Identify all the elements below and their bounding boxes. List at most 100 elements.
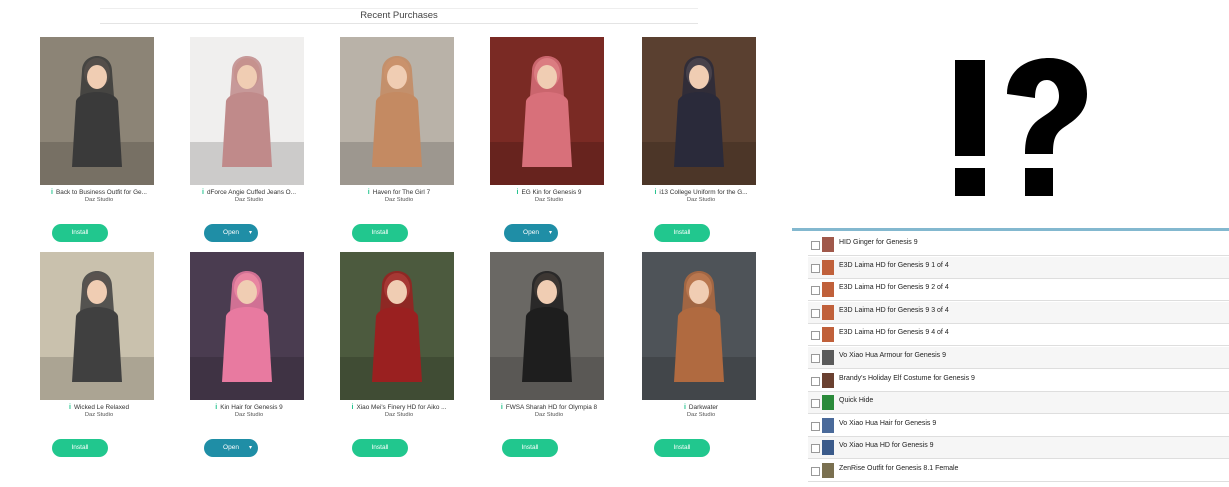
recent-purchases-panel: Recent Purchases i Back to Business Outfi… [0, 0, 780, 484]
row-label: Vo Xiao Hua HD for Genesis 9 [839, 442, 934, 450]
product-thumbnail[interactable] [490, 252, 604, 400]
product-title: dForce Angie Cuffed Jeans O... [206, 189, 296, 196]
product-platform: Daz Studio [534, 412, 564, 418]
product-platform: Daz Studio [234, 412, 264, 418]
install-button[interactable]: Install [654, 439, 710, 457]
info-icon[interactable]: i [517, 189, 519, 196]
content-list-row[interactable]: E3D Laima HD for Genesis 9 4 of 4 [808, 324, 1229, 347]
button-label: Install [71, 229, 89, 236]
product-thumbnail[interactable] [490, 37, 604, 185]
info-icon[interactable]: i [684, 404, 686, 411]
product-title-row: i i13 College Uniform for the G... [626, 189, 776, 196]
open-button[interactable]: Open ▾ [204, 224, 258, 242]
product-thumbnail[interactable] [340, 252, 454, 400]
product-card[interactable]: i Xiao Mei's Finery HD for Aiko ... Daz St… [324, 252, 474, 462]
info-icon[interactable]: i [51, 189, 53, 196]
row-checkbox[interactable] [811, 263, 820, 273]
product-card[interactable]: i Darkwater Daz Studio Install [626, 252, 776, 462]
product-title-row: i Darkwater [626, 404, 776, 411]
product-card[interactable]: i Wicked Le Relaxed Daz Studio Install [24, 252, 174, 462]
product-card[interactable]: i Back to Business Outfit for Ge... Daz St… [24, 37, 174, 247]
product-thumbnail[interactable] [642, 252, 756, 400]
open-button[interactable]: Open ▾ [204, 439, 258, 457]
content-list-row[interactable]: ZenRise Outfit for Genesis 8.1 Female [808, 460, 1229, 482]
content-list-row[interactable]: HID Ginger for Genesis 9 [808, 234, 1229, 256]
product-title-row: i Haven for The Girl 7 [324, 189, 474, 196]
product-title: FWSA Sharah HD for Olympia 8 [505, 404, 598, 411]
info-icon[interactable]: i [501, 404, 503, 411]
product-card[interactable]: i Kin Hair for Genesis 9 Daz Studio Open ▾ [174, 252, 324, 462]
install-button[interactable]: Install [502, 439, 558, 457]
product-platform: Daz Studio [384, 412, 414, 418]
install-button[interactable]: Install [52, 439, 108, 457]
product-card[interactable]: i dForce Angie Cuffed Jeans O... Daz Studi… [174, 37, 324, 247]
product-title: i13 College Uniform for the G... [659, 189, 748, 196]
info-icon[interactable]: i [368, 189, 370, 196]
product-card[interactable]: i Haven for The Girl 7 Daz Studio Install [324, 37, 474, 247]
button-label: Install [71, 444, 89, 451]
row-checkbox[interactable] [811, 421, 820, 431]
row-checkbox[interactable] [811, 467, 820, 476]
product-thumbnail[interactable] [190, 252, 304, 400]
chevron-down-icon[interactable]: ▾ [249, 439, 252, 457]
content-list-row[interactable]: E3D Laima HD for Genesis 9 1 of 4 [808, 256, 1229, 279]
product-title: Haven for The Girl 7 [372, 189, 431, 196]
row-label: Vo Xiao Hua Hair for Genesis 9 [839, 419, 937, 427]
product-card[interactable]: i FWSA Sharah HD for Olympia 8 Daz Studio I… [474, 252, 624, 462]
info-icon[interactable]: i [654, 189, 656, 196]
content-list-row[interactable]: E3D Laima HD for Genesis 9 3 of 4 [808, 301, 1229, 324]
row-checkbox[interactable] [811, 376, 820, 386]
row-thumbnail [822, 304, 834, 320]
product-card[interactable]: i EG Kin for Genesis 9 Daz Studio Open ▾ [474, 37, 624, 247]
row-thumbnail [822, 440, 834, 456]
row-checkbox[interactable] [811, 354, 820, 363]
row-thumbnail [822, 350, 834, 365]
content-list-row[interactable]: E3D Laima HD for Genesis 9 2 of 4 [808, 279, 1229, 302]
info-icon[interactable]: i [352, 404, 354, 411]
content-list-row[interactable]: Brandy's Holiday Elf Costume for Genesis… [808, 369, 1229, 392]
row-checkbox[interactable] [811, 241, 820, 250]
row-checkbox[interactable] [811, 331, 820, 341]
content-list-panel: HID Ginger for Genesis 9 E3D Laima HD for… [792, 228, 1229, 487]
info-icon[interactable]: i [69, 404, 71, 411]
row-label: Brandy's Holiday Elf Costume for Genesis… [839, 374, 975, 382]
row-checkbox[interactable] [811, 308, 820, 318]
install-button[interactable]: Install [352, 439, 408, 457]
row-thumbnail [822, 237, 834, 252]
content-list-row[interactable]: Vo Xiao Hua HD for Genesis 9 [808, 437, 1229, 460]
chevron-down-icon[interactable]: ▾ [549, 224, 552, 242]
product-platform: Daz Studio [384, 197, 414, 203]
install-button[interactable]: Install [352, 224, 408, 242]
product-thumbnail[interactable] [642, 37, 756, 185]
product-title: Darkwater [688, 404, 719, 411]
product-title-row: i Wicked Le Relaxed [24, 404, 174, 411]
recent-purchases-header: Recent Purchases [100, 8, 698, 24]
content-list-row[interactable]: Vo Xiao Hua Hair for Genesis 9 [808, 414, 1229, 437]
chevron-down-icon[interactable]: ▾ [249, 224, 252, 242]
install-button[interactable]: Install [52, 224, 108, 242]
row-checkbox[interactable] [811, 444, 820, 454]
row-label: HID Ginger for Genesis 9 [839, 239, 918, 246]
product-platform: Daz Studio [686, 412, 716, 418]
product-card[interactable]: i i13 College Uniform for the G... Daz Stu… [626, 37, 776, 247]
product-platform: Daz Studio [84, 412, 114, 418]
product-thumbnail[interactable] [40, 37, 154, 185]
button-label: Open [223, 229, 239, 236]
row-checkbox[interactable] [811, 399, 820, 409]
row-checkbox[interactable] [811, 286, 820, 296]
row-thumbnail [822, 259, 834, 275]
product-title: Back to Business Outfit for Ge... [56, 189, 147, 196]
product-thumbnail[interactable] [40, 252, 154, 400]
product-thumbnail[interactable] [340, 37, 454, 185]
open-button[interactable]: Open ▾ [504, 224, 558, 242]
content-list-row[interactable]: Vo Xiao Hua Armour for Genesis 9 [808, 347, 1229, 369]
row-thumbnail [822, 282, 834, 298]
product-title-row: i Xiao Mei's Finery HD for Aiko ... [324, 404, 474, 411]
content-list-row[interactable]: Quick Hide [808, 392, 1229, 415]
install-button[interactable]: Install [654, 224, 710, 242]
row-thumbnail [822, 327, 834, 343]
product-platform: Daz Studio [534, 197, 564, 203]
info-icon[interactable]: i [215, 404, 217, 411]
info-icon[interactable]: i [202, 189, 204, 196]
product-thumbnail[interactable] [190, 37, 304, 185]
